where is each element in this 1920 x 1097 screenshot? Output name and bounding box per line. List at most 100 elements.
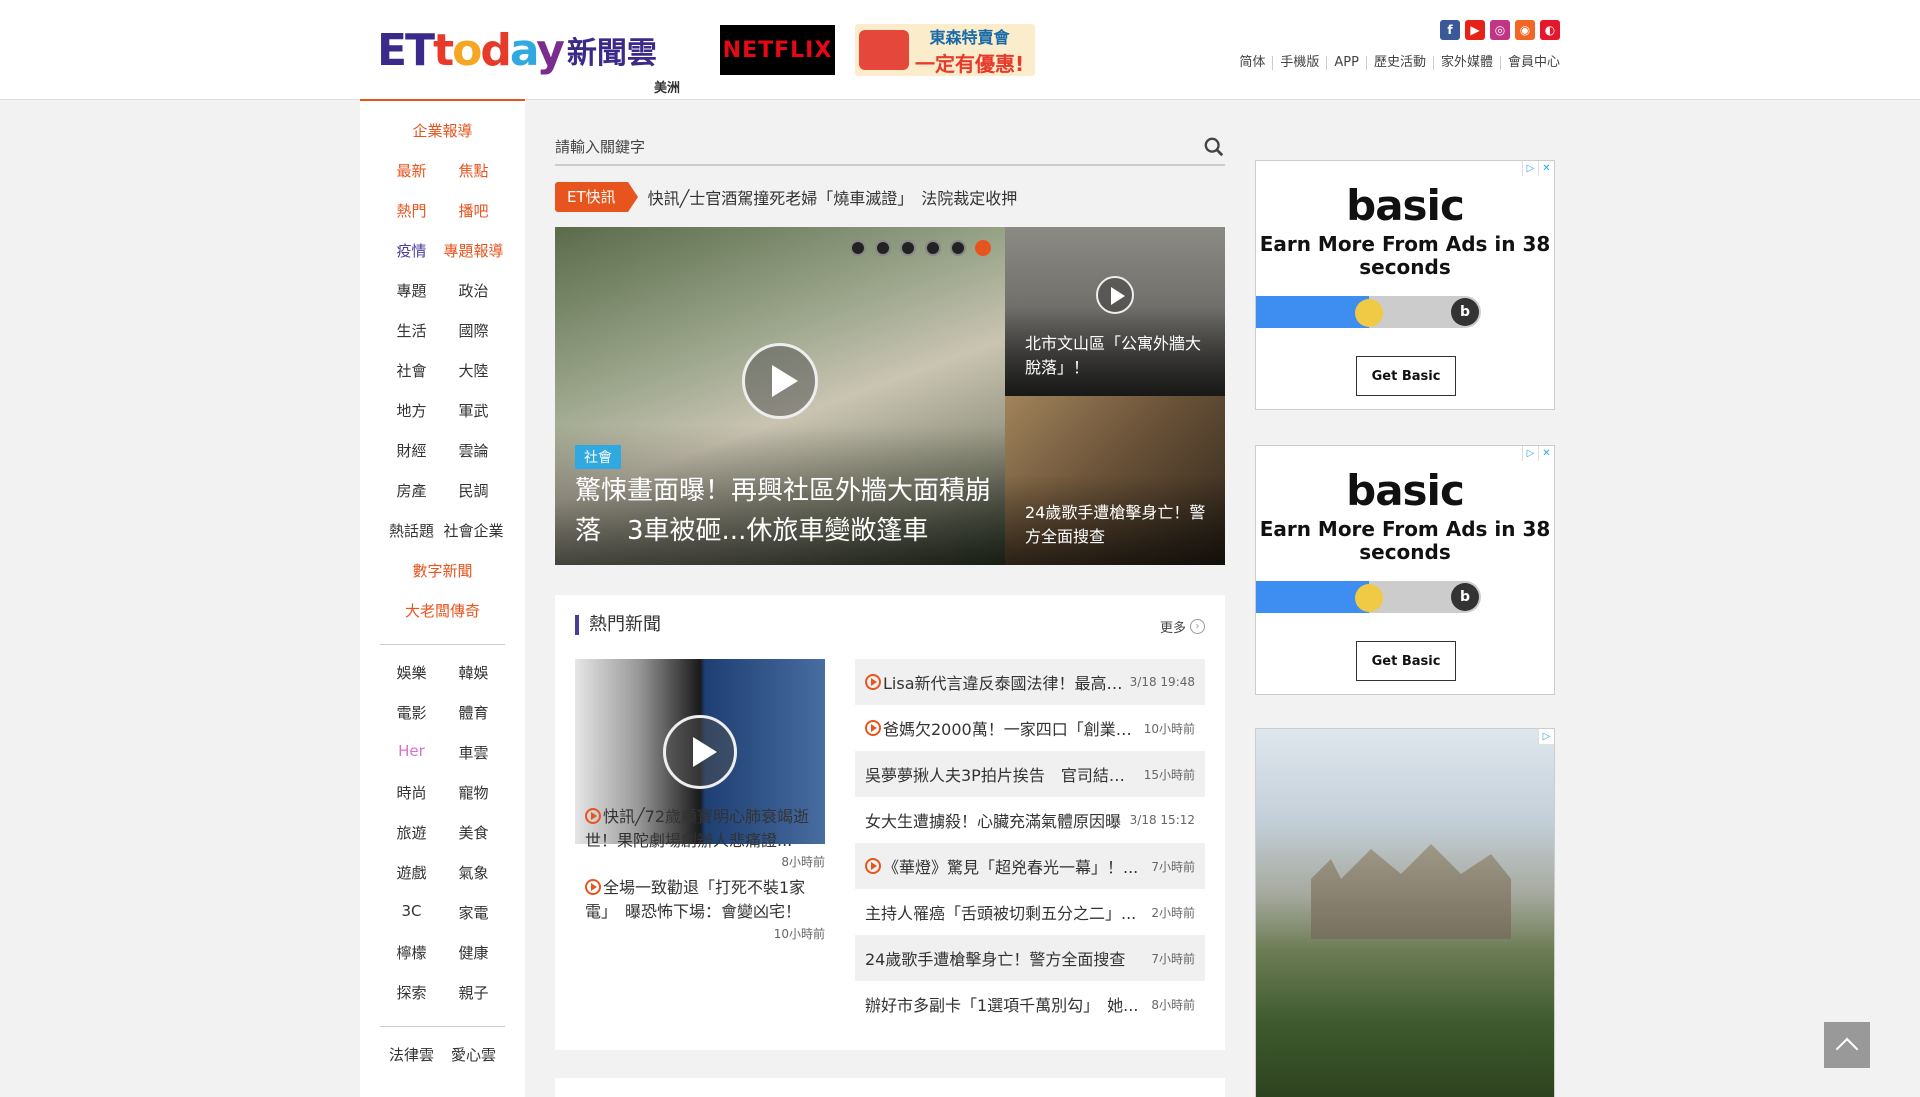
- search-input[interactable]: [555, 132, 1175, 162]
- top-nav-link[interactable]: 手機版: [1272, 56, 1326, 70]
- sidebar-item[interactable]: 體育: [443, 702, 505, 723]
- ad-cta-button[interactable]: Get Basic: [1356, 641, 1456, 681]
- play-icon[interactable]: [663, 715, 737, 789]
- sidebar-item[interactable]: 遊戲: [381, 862, 443, 883]
- hero-title[interactable]: 驚悚畫面曝！再興社區外牆大面積崩落 3車被砸...休旅車變敞篷車: [575, 471, 995, 551]
- sidebar-item[interactable]: 熱門: [381, 200, 443, 221]
- sidebar-item[interactable]: 娛樂: [381, 662, 443, 683]
- adchoices-icon[interactable]: ▷: [1538, 729, 1554, 744]
- sidebar-item[interactable]: 國際: [443, 320, 505, 341]
- sidebar-item[interactable]: 時尚: [381, 782, 443, 803]
- sidebar-item[interactable]: 企業報導: [412, 120, 472, 141]
- promo-banner[interactable]: 東森特賣會 一定有優惠!: [855, 24, 1035, 76]
- sidebar-item[interactable]: Her: [381, 742, 443, 763]
- sidebar-item[interactable]: 氣象: [443, 862, 505, 883]
- play-icon[interactable]: [742, 343, 818, 419]
- sidebar-item[interactable]: 數字新聞: [412, 560, 472, 581]
- list-item[interactable]: 《華燈》驚見「超兇春光一幕」！... 7小時前: [855, 843, 1205, 889]
- sidebar-item[interactable]: 美食: [443, 822, 505, 843]
- sidebar-item[interactable]: 健康: [443, 942, 505, 963]
- sidebar-item[interactable]: 軍武: [443, 400, 505, 421]
- sidebar-item[interactable]: 寵物: [443, 782, 505, 803]
- sidebar-item[interactable]: 政治: [443, 280, 505, 301]
- sidebar-item[interactable]: 檸檬: [381, 942, 443, 963]
- adchoices-icon[interactable]: ▷: [1522, 161, 1538, 176]
- sidebar-item[interactable]: 社會: [381, 360, 443, 381]
- sidebar-item[interactable]: 探索: [381, 982, 443, 1003]
- sidebar-item[interactable]: 播吧: [443, 200, 505, 221]
- sidebar-item[interactable]: 社會企業: [443, 520, 505, 541]
- sidebar-item[interactable]: 大陸: [443, 360, 505, 381]
- side-news-card[interactable]: 北市文山區「公寓外牆大脫落」！: [1005, 227, 1225, 396]
- top-nav-link[interactable]: 歷史活動: [1365, 56, 1433, 70]
- list-item[interactable]: 24歲歌手遭槍擊身亡！警方全面搜查 7小時前: [855, 935, 1205, 981]
- sidebar-item[interactable]: 韓娛: [443, 662, 505, 683]
- sidebar-item[interactable]: 專題: [381, 280, 443, 301]
- sidebar-item[interactable]: 家電: [443, 902, 505, 923]
- ad-choices[interactable]: ▷ ✕: [1522, 446, 1554, 461]
- netflix-banner[interactable]: NETFLIX: [720, 25, 835, 75]
- region-label[interactable]: 美洲: [654, 77, 680, 96]
- hero-category-tag[interactable]: 社會: [575, 445, 621, 469]
- sidebar-item[interactable]: 大老闆傳奇: [405, 600, 480, 621]
- sidebar-item[interactable]: 電影: [381, 702, 443, 723]
- list-item[interactable]: 辦好市多副卡「1選項千萬別勾」 她... 8小時前: [855, 981, 1205, 1027]
- close-icon[interactable]: ✕: [1538, 446, 1554, 461]
- scroll-to-top-button[interactable]: [1824, 1022, 1870, 1068]
- rss-icon[interactable]: ◉: [1515, 20, 1535, 40]
- slider-dot[interactable]: [850, 240, 866, 256]
- slider-dot[interactable]: [875, 240, 891, 256]
- sidebar-item[interactable]: 專題報導: [443, 240, 505, 261]
- top-nav-link[interactable]: 简体: [1232, 56, 1272, 70]
- site-logo[interactable]: ETtoday 新聞雲: [377, 25, 657, 76]
- sidebar-item[interactable]: 3C: [381, 902, 443, 923]
- sidebar-item[interactable]: 疫情: [381, 240, 443, 261]
- slider-dot[interactable]: [950, 240, 966, 256]
- list-item[interactable]: 女大生遭擄殺！心臟充滿氣體原因曝 3/18 15:12: [855, 797, 1205, 843]
- instagram-icon[interactable]: ◎: [1490, 20, 1510, 40]
- ad-choices[interactable]: ▷ ✕: [1522, 161, 1554, 176]
- play-icon[interactable]: [1096, 276, 1134, 314]
- sidebar-item[interactable]: 地方: [381, 400, 443, 421]
- facebook-icon[interactable]: f: [1440, 20, 1460, 40]
- list-item[interactable]: 主持人罹癌「舌頭被切剩五分之二」... 2小時前: [855, 889, 1205, 935]
- sidebar-item[interactable]: 愛心雲: [443, 1044, 505, 1065]
- sidebar-item[interactable]: 生活: [381, 320, 443, 341]
- weibo-icon[interactable]: ◐: [1540, 20, 1560, 40]
- close-icon[interactable]: ✕: [1538, 161, 1554, 176]
- list-item[interactable]: 吳夢夢揪人夫3P拍片挨告 官司結果... 15小時前: [855, 751, 1205, 797]
- sidebar-item[interactable]: 焦點: [443, 160, 505, 181]
- sidebar-item[interactable]: 旅遊: [381, 822, 443, 843]
- ad-image-banner[interactable]: ▷: [1255, 728, 1555, 1097]
- sidebar-item[interactable]: 車雲: [443, 742, 505, 763]
- sidebar-item[interactable]: 房產: [381, 480, 443, 501]
- slider-dot[interactable]: [925, 240, 941, 256]
- sidebar-item[interactable]: 法律雲: [381, 1044, 443, 1065]
- hot-news-caption[interactable]: 快訊╱72歲顧寶明心肺衰竭逝世！果陀劇場創辦人悲痛證...: [585, 805, 815, 853]
- search-icon[interactable]: [1203, 136, 1225, 158]
- list-item[interactable]: Lisa新代言違反泰國法律！最高「... 3/18 19:48: [855, 659, 1205, 705]
- hot-news-caption[interactable]: 全場一致勸退「打死不裝1家電」 曝恐怖下場：會變凶宅！: [585, 876, 815, 924]
- sidebar-item[interactable]: 最新: [381, 160, 443, 181]
- sidebar-item[interactable]: 民調: [443, 480, 505, 501]
- adchoices-icon[interactable]: ▷: [1522, 446, 1538, 461]
- list-item[interactable]: 爸媽欠2000萬！一家四口「創業賣... 10小時前: [855, 705, 1205, 751]
- sidebar-item[interactable]: 財經: [381, 440, 443, 461]
- flash-headline[interactable]: 快訊╱士官酒駕撞死老婦「燒車滅證」 法院裁定收押: [648, 185, 1018, 209]
- top-nav-link[interactable]: APP: [1326, 56, 1366, 70]
- top-nav-link[interactable]: 家外媒體: [1432, 56, 1500, 70]
- ad-cta-button[interactable]: Get Basic: [1356, 356, 1456, 396]
- sidebar-item[interactable]: 親子: [443, 982, 505, 1003]
- slider-dot[interactable]: [975, 240, 991, 256]
- slider-dot[interactable]: [900, 240, 916, 256]
- more-link[interactable]: 更多 ›: [1160, 617, 1205, 636]
- side-news-card[interactable]: 24歲歌手遭槍擊身亡！警方全面搜查: [1005, 396, 1225, 565]
- sidebar-item[interactable]: 雲論: [443, 440, 505, 461]
- top-nav-link[interactable]: 會員中心: [1499, 56, 1560, 70]
- youtube-icon[interactable]: ▶: [1465, 20, 1485, 40]
- ad-banner[interactable]: ▷ ✕ basic Earn More From Ads in 38 second…: [1255, 445, 1555, 695]
- hero-slide[interactable]: 社會 驚悚畫面曝！再興社區外牆大面積崩落 3車被砸...休旅車變敞篷車: [555, 227, 1005, 565]
- ad-banner[interactable]: ▷ ✕ basic Earn More From Ads in 38 second…: [1255, 160, 1555, 410]
- ad-choices[interactable]: ▷: [1538, 729, 1554, 744]
- sidebar-item[interactable]: 熱話題: [381, 520, 443, 541]
